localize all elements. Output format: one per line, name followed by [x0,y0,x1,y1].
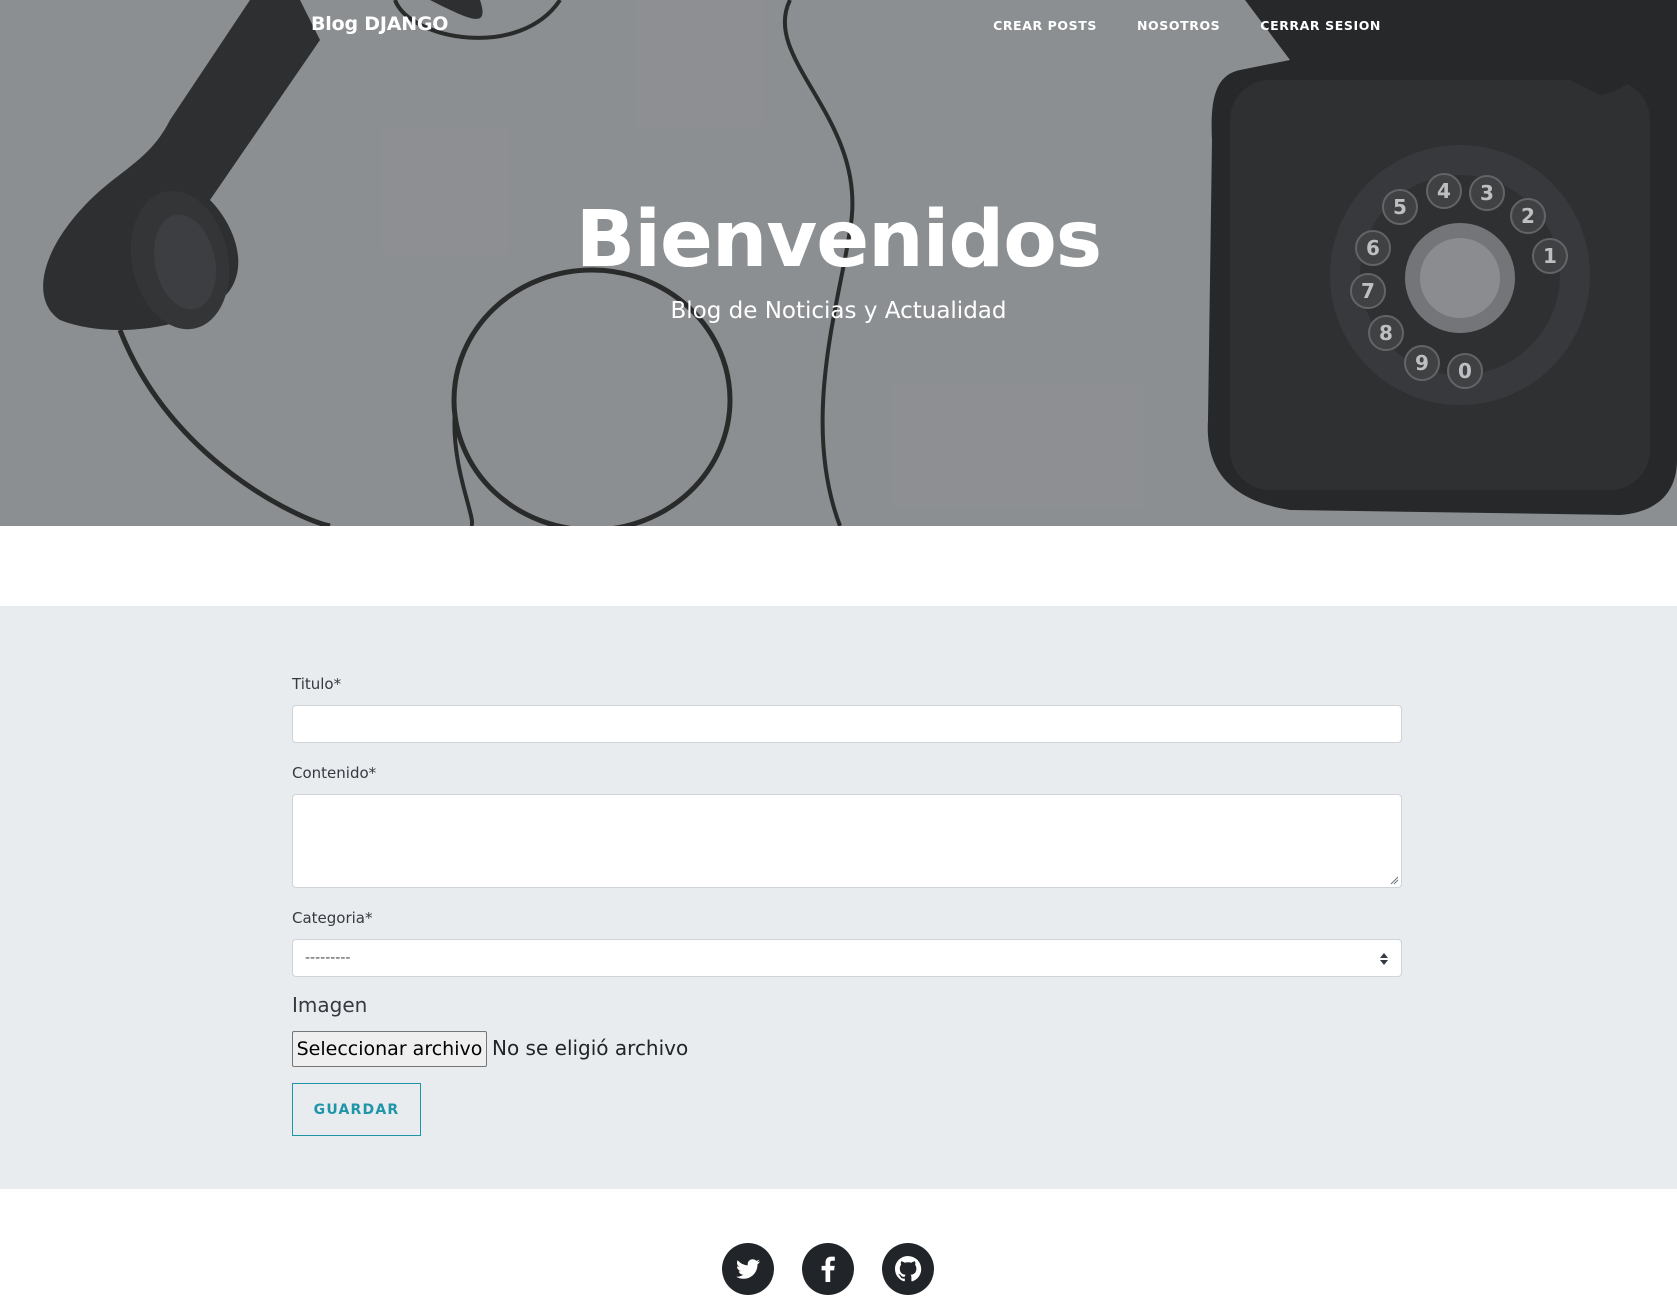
navbar: Blog DJANGO CREAR POSTS NOSOTROS CERRAR … [0,0,1677,54]
nav-link-crear-posts[interactable]: CREAR POSTS [993,18,1097,33]
footer [0,1189,1677,1296]
titulo-label: Titulo* [292,675,342,693]
github-link[interactable] [882,1243,934,1295]
post-form-section: Titulo* Contenido* Categoria* --------- … [0,606,1677,1189]
categoria-selected-value: --------- [305,950,351,966]
nav-link-nosotros[interactable]: NOSOTROS [1137,18,1220,33]
github-icon [895,1256,922,1282]
contenido-textarea[interactable] [292,794,1402,888]
facebook-link[interactable] [802,1243,854,1295]
hero-subtitle: Blog de Noticias y Actualidad [670,298,1007,324]
categoria-select[interactable]: --------- [292,939,1402,977]
resize-grip-icon[interactable] [1390,876,1399,885]
nav-link-cerrar-sesion[interactable]: CERRAR SESION [1260,18,1381,33]
twitter-link[interactable] [722,1243,774,1295]
hero-title: Bienvenidos [575,195,1102,285]
brand-link[interactable]: Blog DJANGO [311,13,448,35]
facebook-icon [821,1256,835,1282]
nav-links: CREAR POSTS NOSOTROS CERRAR SESION [993,18,1381,33]
twitter-icon [736,1259,760,1279]
save-button[interactable]: GUARDAR [292,1083,421,1136]
file-select-button[interactable]: Seleccionar archivo [292,1031,487,1067]
categoria-label: Categoria* [292,909,373,927]
titulo-input[interactable] [292,705,1402,743]
contenido-label: Contenido* [292,764,377,782]
masthead: 5 4 3 2 1 6 7 8 9 0 Blog DJANGO CREAR PO… [0,0,1677,526]
file-status-text: No se eligió archivo [492,1036,689,1060]
imagen-label: Imagen [292,993,368,1017]
select-caret-icon [1380,953,1388,965]
